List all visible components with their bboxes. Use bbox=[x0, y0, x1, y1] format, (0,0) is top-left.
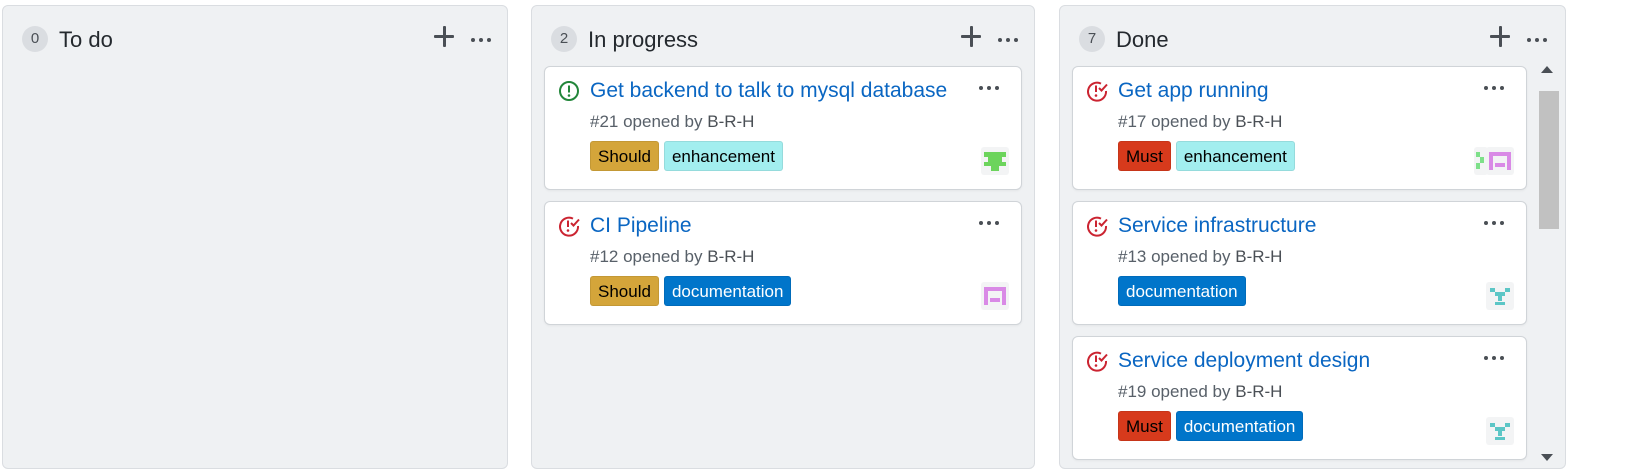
label-enhancement[interactable]: enhancement bbox=[663, 141, 783, 171]
issue-meta: #12 opened by B-R-H bbox=[590, 246, 754, 268]
issue-meta: #21 opened by B-R-H bbox=[590, 111, 754, 133]
issue-closed-icon bbox=[1086, 80, 1108, 102]
issue-card[interactable]: Service deployment design #19 opened by … bbox=[1072, 336, 1527, 460]
issue-number: #17 opened by bbox=[1118, 112, 1231, 131]
issue-meta: #17 opened by B-R-H bbox=[1118, 111, 1282, 133]
issue-author[interactable]: B-R-H bbox=[1235, 112, 1282, 131]
card-count-badge: 2 bbox=[551, 26, 577, 52]
label-documentation[interactable]: documentation bbox=[1118, 276, 1246, 306]
avatar[interactable] bbox=[1486, 417, 1514, 445]
issue-card[interactable]: Get backend to talk to mysql database #2… bbox=[544, 66, 1022, 190]
issue-author[interactable]: B-R-H bbox=[707, 247, 754, 266]
plus-icon[interactable] bbox=[431, 22, 457, 52]
label-documentation[interactable]: documentation bbox=[663, 276, 792, 306]
scroll-down-arrow-icon[interactable] bbox=[1541, 454, 1553, 461]
column-title: To do bbox=[59, 27, 113, 52]
scroll-track[interactable] bbox=[1539, 79, 1559, 449]
issue-closed-icon bbox=[1086, 350, 1108, 372]
avatar[interactable] bbox=[1486, 147, 1514, 175]
scrollbar[interactable] bbox=[1538, 64, 1560, 464]
kebab-horizontal-icon[interactable] bbox=[996, 33, 1020, 47]
scroll-thumb[interactable] bbox=[1539, 91, 1559, 229]
label-must[interactable]: Must bbox=[1118, 141, 1171, 171]
kebab-horizontal-icon[interactable] bbox=[1482, 81, 1506, 95]
issue-number: #21 opened by bbox=[590, 112, 703, 131]
issue-card[interactable]: CI Pipeline #12 opened by B-R-H Should d… bbox=[544, 201, 1022, 325]
issue-meta: #13 opened by B-R-H bbox=[1118, 246, 1282, 268]
column-title: In progress bbox=[588, 27, 699, 52]
card-count-badge: 0 bbox=[22, 26, 48, 52]
kebab-horizontal-icon[interactable] bbox=[977, 216, 1001, 230]
label-should[interactable]: Should bbox=[590, 141, 659, 171]
issue-number: #13 opened by bbox=[1118, 247, 1231, 266]
label-list: Should documentation bbox=[590, 276, 792, 306]
issue-title-link[interactable]: Service deployment design bbox=[1118, 348, 1370, 374]
issue-author[interactable]: B-R-H bbox=[707, 112, 754, 131]
issue-card[interactable]: Service infrastructure #13 opened by B-R… bbox=[1072, 201, 1527, 325]
kebab-horizontal-icon[interactable] bbox=[1482, 216, 1506, 230]
label-list: Should enhancement bbox=[590, 141, 783, 171]
card-list: Get app running #17 opened by B-R-H Must… bbox=[1060, 6, 1538, 468]
avatar[interactable] bbox=[981, 282, 1009, 310]
label-list: Must enhancement bbox=[1118, 141, 1295, 171]
issue-number: #19 opened by bbox=[1118, 382, 1231, 401]
issue-title-link[interactable]: CI Pipeline bbox=[590, 213, 692, 239]
column-header: 2 In progress bbox=[532, 6, 1034, 66]
column-in-progress: 2 In progress Get backend to talk to mys… bbox=[531, 5, 1035, 469]
column-to-do: 0 To do bbox=[2, 5, 508, 469]
kebab-horizontal-icon[interactable] bbox=[469, 33, 493, 47]
label-documentation[interactable]: documentation bbox=[1175, 411, 1304, 441]
issue-meta: #19 opened by B-R-H bbox=[1118, 381, 1282, 403]
issue-title-link[interactable]: Get app running bbox=[1118, 78, 1269, 104]
kebab-horizontal-icon[interactable] bbox=[1482, 351, 1506, 365]
issue-title-link[interactable]: Get backend to talk to mysql database bbox=[590, 78, 947, 104]
column-done: 7 Done Get app running #17 opened by B-R… bbox=[1059, 5, 1566, 469]
issue-author[interactable]: B-R-H bbox=[1235, 247, 1282, 266]
issue-number: #12 opened by bbox=[590, 247, 703, 266]
avatar[interactable] bbox=[981, 147, 1009, 175]
issue-card[interactable]: Get app running #17 opened by B-R-H Must… bbox=[1072, 66, 1527, 190]
label-list: Must documentation bbox=[1118, 411, 1304, 441]
scroll-up-arrow-icon[interactable] bbox=[1541, 66, 1553, 73]
kebab-horizontal-icon[interactable] bbox=[977, 81, 1001, 95]
label-should[interactable]: Should bbox=[590, 276, 659, 306]
issue-title-link[interactable]: Service infrastructure bbox=[1118, 213, 1316, 239]
issue-closed-icon bbox=[558, 215, 580, 237]
label-must[interactable]: Must bbox=[1118, 411, 1171, 441]
issue-opened-icon bbox=[558, 80, 580, 102]
plus-icon[interactable] bbox=[958, 22, 984, 52]
column-header: 0 To do bbox=[3, 6, 507, 66]
avatar[interactable] bbox=[1486, 282, 1514, 310]
issue-closed-icon bbox=[1086, 215, 1108, 237]
label-enhancement[interactable]: enhancement bbox=[1175, 141, 1295, 171]
label-list: documentation bbox=[1118, 276, 1246, 306]
issue-author[interactable]: B-R-H bbox=[1235, 382, 1282, 401]
